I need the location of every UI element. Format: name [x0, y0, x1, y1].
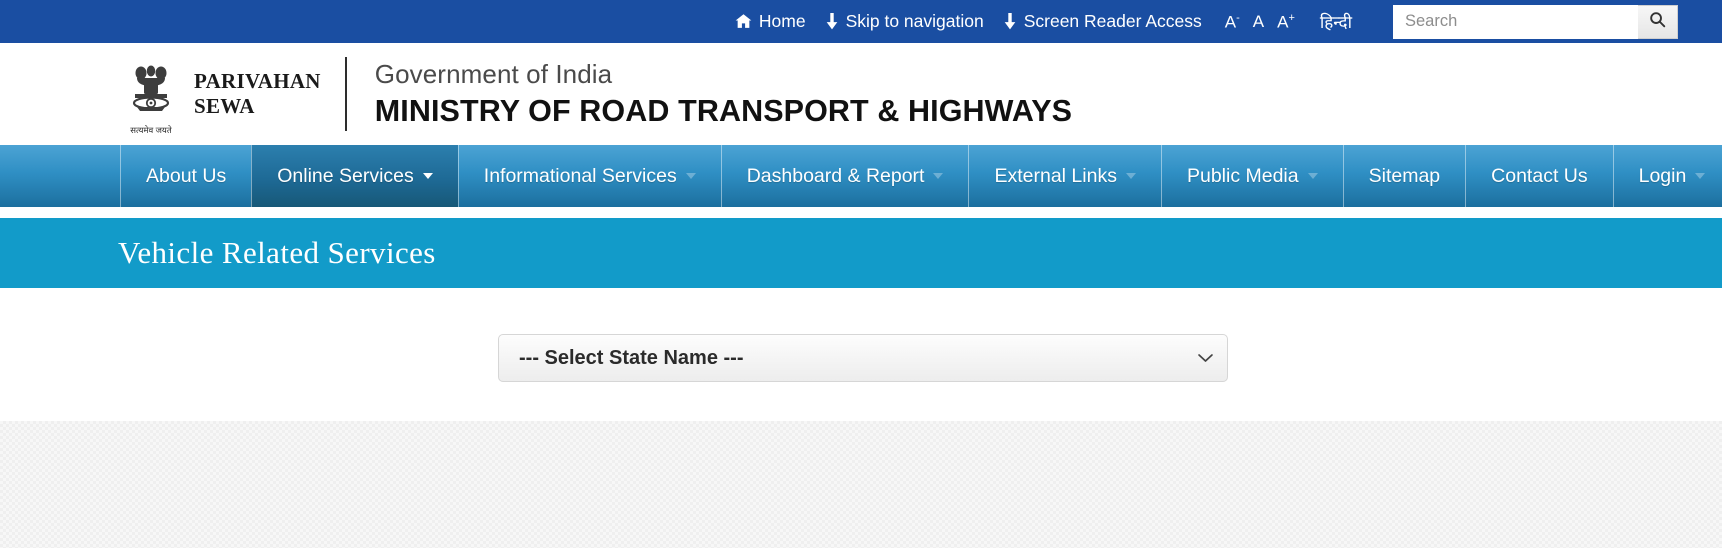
screen-reader-access-link[interactable]: Screen Reader Access	[1003, 10, 1202, 31]
site-header: सत्यमेव जयते PARIVAHAN SEWA Government o…	[0, 43, 1722, 145]
home-icon	[735, 13, 752, 30]
down-arrow-icon	[1003, 13, 1017, 30]
main-navigation: About Us Online Services Informational S…	[0, 145, 1722, 207]
brand-block[interactable]: सत्यमेव जयते PARIVAHAN SEWA Government o…	[0, 52, 1072, 136]
nav-item-dashboard-report[interactable]: Dashboard & Report	[720, 145, 969, 207]
font-size-decrease-button[interactable]: A-	[1225, 12, 1240, 30]
nav-item-contact-us[interactable]: Contact Us	[1465, 145, 1612, 207]
skip-to-navigation-link[interactable]: Skip to navigation	[825, 10, 984, 31]
nav-label: External Links	[994, 164, 1117, 187]
top-utility-bar: Home Skip to navigation Screen Reader Ac…	[0, 0, 1722, 43]
chevron-down-icon	[685, 173, 696, 179]
nav-label: Dashboard & Report	[746, 164, 925, 187]
home-link[interactable]: Home	[735, 10, 806, 31]
search-area	[1393, 4, 1678, 39]
ministry-label: MINISTRY OF ROAD TRANSPORT & HIGHWAYS	[374, 94, 1073, 129]
nav-label: Login	[1638, 164, 1687, 187]
state-select-wrapper: --- Select State Name ---	[498, 333, 1228, 382]
page-title: Vehicle Related Services	[118, 235, 436, 270]
language-toggle-hindi[interactable]: हिन्दी	[1320, 10, 1352, 33]
font-size-increase-button[interactable]: A+	[1277, 12, 1295, 30]
footer-texture-area	[0, 421, 1722, 548]
screen-reader-access-label: Screen Reader Access	[1023, 10, 1202, 31]
nav-label: Contact Us	[1491, 164, 1588, 187]
brand-line-2: SEWA	[194, 94, 255, 118]
search-input[interactable]	[1393, 4, 1638, 39]
chevron-down-icon	[422, 173, 433, 179]
nav-item-online-services[interactable]: Online Services	[251, 145, 458, 207]
down-arrow-icon	[825, 13, 839, 30]
nav-label: Informational Services	[483, 164, 677, 187]
chevron-down-icon	[1125, 173, 1136, 179]
chevron-down-icon	[1695, 173, 1706, 179]
nav-item-public-media[interactable]: Public Media	[1160, 145, 1343, 207]
government-of-india-label: Government of India	[374, 58, 613, 89]
nav-item-login[interactable]: Login	[1612, 145, 1722, 207]
nav-title-gap	[0, 207, 1722, 218]
nav-item-informational-services[interactable]: Informational Services	[457, 145, 721, 207]
top-utility-links: Home Skip to navigation Screen Reader Ac…	[735, 0, 1722, 43]
home-link-label: Home	[758, 10, 806, 31]
search-button[interactable]	[1638, 4, 1678, 39]
brand-name: PARIVAHAN SEWA	[194, 69, 321, 119]
nav-label: About Us	[146, 164, 227, 187]
main-content: --- Select State Name ---	[0, 288, 1722, 421]
chevron-down-icon	[933, 173, 944, 179]
emblem-caption: सत्यमेव जयते	[130, 125, 172, 135]
nav-item-external-links[interactable]: External Links	[968, 145, 1160, 207]
nav-label: Sitemap	[1368, 164, 1441, 187]
national-emblem: सत्यमेव जयते	[120, 52, 182, 136]
font-size-controls: A- A A+	[1225, 12, 1295, 30]
government-title: Government of India MINISTRY OF ROAD TRA…	[375, 58, 1072, 131]
nav-item-about-us[interactable]: About Us	[120, 145, 251, 207]
font-size-normal-button[interactable]: A	[1253, 13, 1264, 30]
page-title-banner: Vehicle Related Services	[0, 218, 1722, 288]
nav-item-sitemap[interactable]: Sitemap	[1342, 145, 1466, 207]
state-select[interactable]: --- Select State Name ---	[498, 333, 1228, 382]
nav-label: Public Media	[1186, 164, 1299, 187]
skip-to-navigation-label: Skip to navigation	[845, 10, 984, 31]
brand-line-1: PARIVAHAN	[194, 69, 321, 94]
search-icon	[1649, 11, 1666, 33]
nav-label: Online Services	[277, 164, 414, 187]
header-divider	[344, 57, 347, 131]
chevron-down-icon	[1307, 173, 1318, 179]
